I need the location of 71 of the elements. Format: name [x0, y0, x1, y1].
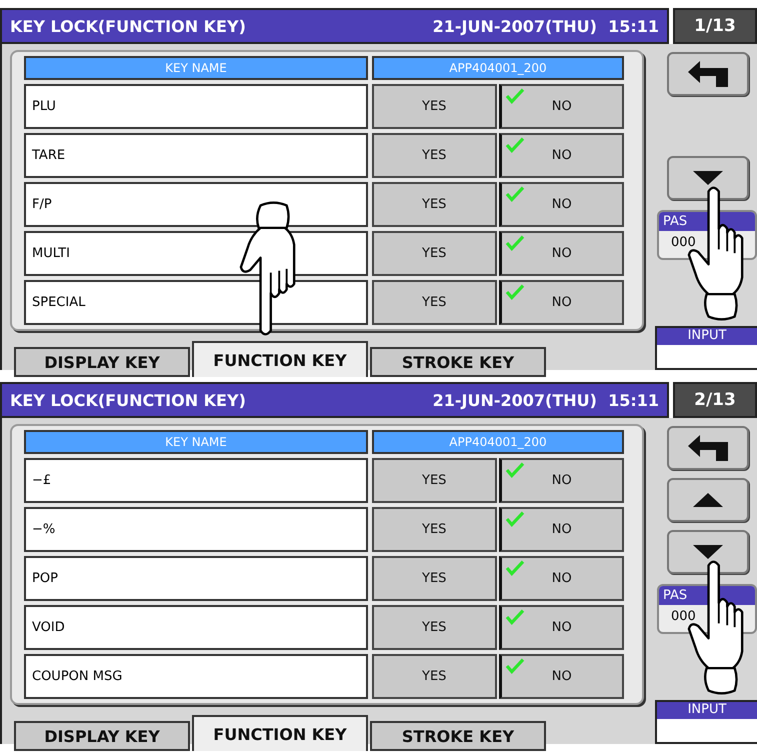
key-name-cell: PLU — [24, 84, 368, 129]
column-header: KEY NAME — [24, 56, 368, 80]
tab[interactable]: STROKE KEY — [370, 721, 546, 751]
option-button[interactable]: YES — [372, 458, 496, 503]
back-button[interactable] — [667, 52, 749, 96]
tab[interactable]: DISPLAY KEY — [14, 721, 190, 751]
passcode-value: 000 — [670, 234, 697, 250]
key-name-cell: −£ — [24, 458, 368, 503]
check-icon — [504, 284, 524, 300]
option-button[interactable]: NO — [498, 605, 624, 650]
date-time: 21-JUN-2007(THU) 15:11 — [432, 390, 659, 410]
option-button[interactable]: NO — [498, 133, 624, 178]
column-header: APP404001_200 — [372, 430, 624, 454]
option-button[interactable]: YES — [372, 556, 496, 601]
key-name-cell: COUPON MSG — [24, 654, 368, 699]
option-button[interactable]: YES — [372, 84, 496, 129]
option-button[interactable]: NO — [498, 231, 624, 276]
column-header: APP404001_200 — [372, 56, 624, 80]
scroll-down-button[interactable] — [667, 530, 749, 574]
key-name-cell: −% — [24, 507, 368, 552]
option-button[interactable]: NO — [498, 458, 624, 503]
key-name-cell: SPECIAL — [24, 280, 368, 325]
tab[interactable]: FUNCTION KEY — [192, 715, 368, 751]
page-counter: 2/13 — [673, 382, 757, 418]
input-label: INPUT — [657, 328, 757, 345]
option-button[interactable]: NO — [498, 556, 624, 601]
down-triangle-icon — [693, 545, 723, 559]
option-button[interactable]: YES — [372, 133, 496, 178]
screen-title: KEY LOCK(FUNCTION KEY) — [10, 390, 246, 410]
input-field[interactable]: INPUT — [655, 700, 757, 744]
column-header: KEY NAME — [24, 430, 368, 454]
return-arrow-icon — [686, 434, 730, 462]
input-field[interactable]: INPUT — [655, 326, 757, 370]
check-icon — [504, 137, 524, 153]
page-counter: 1/13 — [673, 8, 757, 44]
screen-title: KEY LOCK(FUNCTION KEY) — [10, 16, 246, 36]
check-icon — [504, 235, 524, 251]
check-icon — [504, 462, 524, 478]
passcode-value: 000 — [670, 608, 697, 624]
tab[interactable]: DISPLAY KEY — [14, 347, 190, 377]
input-label: INPUT — [657, 702, 757, 719]
option-button[interactable]: NO — [498, 84, 624, 129]
back-button[interactable] — [667, 426, 749, 470]
tab[interactable]: STROKE KEY — [370, 347, 546, 377]
date-time: 21-JUN-2007(THU) 15:11 — [432, 16, 659, 36]
scroll-down-button[interactable] — [667, 156, 749, 200]
tab[interactable]: FUNCTION KEY — [192, 341, 368, 377]
option-button[interactable]: YES — [372, 182, 496, 227]
key-name-cell: POP — [24, 556, 368, 601]
option-button[interactable]: YES — [372, 507, 496, 552]
option-button[interactable]: NO — [498, 182, 624, 227]
option-button[interactable]: NO — [498, 507, 624, 552]
option-button[interactable]: YES — [372, 654, 496, 699]
key-name-cell: VOID — [24, 605, 368, 650]
check-icon — [504, 560, 524, 576]
scroll-up-button[interactable] — [667, 478, 749, 522]
key-name-cell: TARE — [24, 133, 368, 178]
option-button[interactable]: NO — [498, 280, 624, 325]
option-button[interactable]: YES — [372, 280, 496, 325]
option-button[interactable]: YES — [372, 605, 496, 650]
check-icon — [504, 511, 524, 527]
check-icon — [504, 88, 524, 104]
check-icon — [504, 609, 524, 625]
check-icon — [504, 186, 524, 202]
key-name-cell: F/P — [24, 182, 368, 227]
down-triangle-icon — [693, 171, 723, 185]
option-button[interactable]: YES — [372, 231, 496, 276]
return-arrow-icon — [686, 60, 730, 88]
option-button[interactable]: NO — [498, 654, 624, 699]
up-triangle-icon — [693, 493, 723, 507]
check-icon — [504, 658, 524, 674]
